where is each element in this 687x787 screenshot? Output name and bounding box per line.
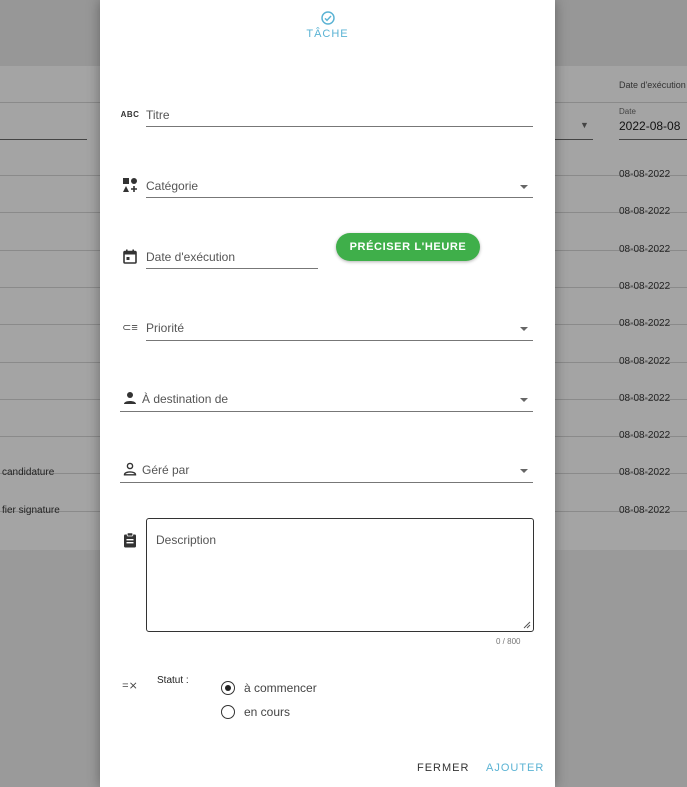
task-dialog: TÂCHE ABC Titre Catégorie Date d'exécuti… <box>100 0 555 787</box>
description-textarea[interactable]: Description <box>146 518 534 632</box>
preciser-heure-button[interactable]: PRÉCISER L'HEURE <box>336 233 480 261</box>
radio-a-commencer-label[interactable]: à commencer <box>244 681 317 695</box>
table-cell-date: 08-08-2022 <box>619 280 671 292</box>
titre-underline <box>146 126 533 127</box>
statut-label: Statut : <box>157 675 189 686</box>
date-label: Date d'exécution <box>146 250 236 264</box>
table-cell-date: 08-08-2022 <box>619 430 671 442</box>
radio-en-cours[interactable] <box>221 705 235 719</box>
chevron-down-icon[interactable] <box>520 469 528 473</box>
table-cell-task: candidature <box>2 467 55 479</box>
destination-underline <box>120 411 533 412</box>
chevron-down-icon[interactable] <box>520 185 528 189</box>
table-cell-date: 08-08-2022 <box>619 392 671 404</box>
categorie-underline <box>146 197 533 198</box>
date-underline <box>146 268 318 269</box>
titre-label: Titre <box>146 108 170 122</box>
check-circle-icon <box>320 11 335 25</box>
date-filter-label: Date <box>619 107 636 116</box>
description-placeholder: Description <box>156 533 217 547</box>
column-header-date[interactable]: Date d'exécution <box>619 80 686 90</box>
radio-en-cours-label[interactable]: en cours <box>244 705 290 719</box>
table-cell-date: 08-08-2022 <box>619 467 671 479</box>
priorite-label: Priorité <box>146 321 185 335</box>
char-counter: 0 / 800 <box>496 637 521 646</box>
abc-icon: ABC <box>120 109 140 119</box>
table-cell-date: 08-08-2022 <box>619 169 671 180</box>
gere-par-underline <box>120 482 533 483</box>
person-outline-icon <box>120 459 140 479</box>
clipboard-icon <box>120 530 140 550</box>
filter-underline <box>0 139 87 140</box>
table-cell-date: 08-08-2022 <box>619 206 671 218</box>
chevron-down-icon[interactable] <box>520 327 528 331</box>
priority-icon: ⊂≡ <box>122 321 138 334</box>
resize-grip-icon[interactable] <box>523 621 531 629</box>
date-filter-input[interactable]: 2022-08-08 <box>619 119 680 133</box>
ajouter-button[interactable]: AJOUTER <box>486 762 544 774</box>
gere-par-label: Géré par <box>142 463 190 477</box>
dialog-title: TÂCHE <box>306 28 349 40</box>
table-cell-date: 08-08-2022 <box>619 318 671 330</box>
table-cell-date: 08-08-2022 <box>619 355 671 367</box>
date-filter-underline <box>619 139 687 140</box>
calendar-icon <box>120 246 140 266</box>
fermer-button[interactable]: FERMER <box>417 762 469 774</box>
priorite-underline <box>146 340 533 341</box>
table-cell-date: 08-08-2022 <box>619 504 671 516</box>
table-cell-task: fier signature <box>2 504 60 516</box>
table-cell-date: 08-08-2022 <box>619 243 671 255</box>
category-icon <box>120 175 140 195</box>
dialog-header: TÂCHE <box>100 10 555 40</box>
filter-underline <box>555 139 593 140</box>
checklist-icon: =⨯ <box>122 679 138 692</box>
person-icon <box>120 388 140 408</box>
radio-a-commencer[interactable] <box>221 681 235 695</box>
chevron-down-icon[interactable]: ▼ <box>580 120 589 130</box>
categorie-label: Catégorie <box>146 179 199 193</box>
chevron-down-icon[interactable] <box>520 398 528 402</box>
destination-label: À destination de <box>142 392 229 406</box>
